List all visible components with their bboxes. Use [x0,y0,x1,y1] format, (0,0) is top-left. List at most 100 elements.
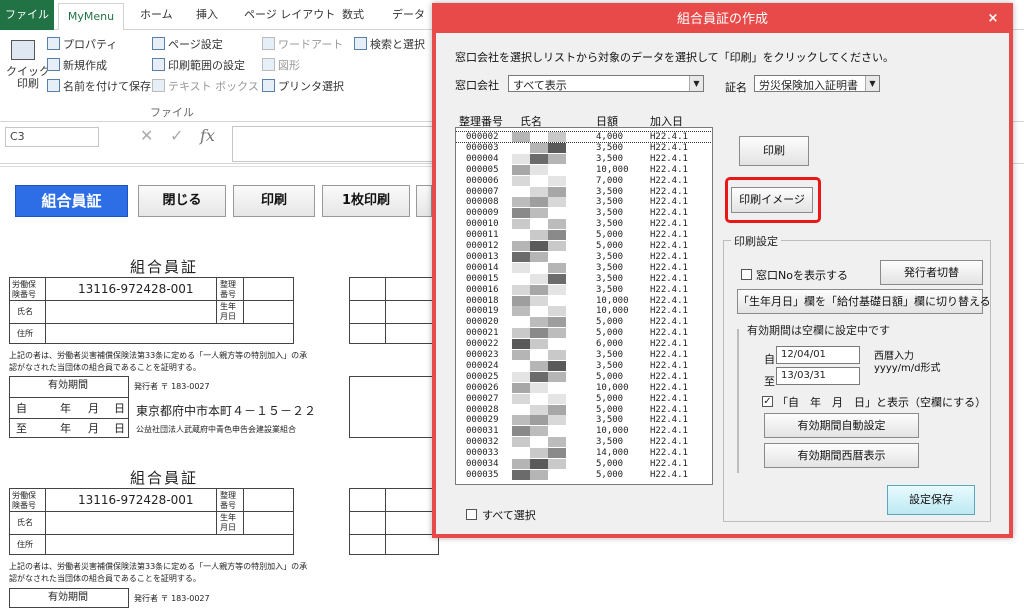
issuer-address: 東京都府中市本町４－１５－２２ [136,404,317,418]
formula-input[interactable] [232,126,442,162]
select-all-checkbox[interactable] [466,509,477,520]
auto-validity-button[interactable]: 有効期間自動設定 [764,413,919,438]
member-listbox[interactable]: 000002 4,000 H22.4.1 000003 3,500 H22.4.1 0000… [455,127,713,485]
row-daily: 3,500 [596,251,624,262]
redacted-name-block [530,175,548,186]
window-company-select[interactable]: すべて表示 ▼ [508,75,704,92]
list-item[interactable]: 000027 5,000 H22.4.1 [456,393,712,404]
list-item[interactable]: 000010 3,500 H22.4.1 [456,219,712,230]
list-item[interactable]: 000033 14,000 H22.4.1 [456,448,712,459]
list-item[interactable]: 000007 3,500 H22.4.1 [456,186,712,197]
card-button[interactable]: 組合員証 [15,185,128,217]
tab-file[interactable]: ファイル [0,0,54,30]
switch-birth-button[interactable]: 「生年月日」欄を「給付基礎日額」欄に切り替える [737,289,991,314]
list-item[interactable]: 000004 3,500 H22.4.1 [456,153,712,164]
page-setup-button[interactable]: ページ設定 [152,36,223,52]
enter-icon[interactable]: ✓ [170,126,183,145]
row-joined: H22.4.1 [650,208,688,219]
tab-home[interactable]: ホーム [140,6,173,22]
tab-data[interactable]: データ [392,6,425,22]
list-item[interactable]: 000022 6,000 H22.4.1 [456,339,712,350]
list-item[interactable]: 000035 5,000 H22.4.1 [456,469,712,480]
list-item[interactable]: 000020 5,000 H22.4.1 [456,317,712,328]
list-item[interactable]: 000009 3,500 H22.4.1 [456,208,712,219]
row-joined: H22.4.1 [650,371,688,382]
list-item[interactable]: 000014 3,500 H22.4.1 [456,262,712,273]
save-as-button[interactable]: 名前を付けて保存 [47,78,151,94]
printer-select-button[interactable]: プリンタ選択 [262,78,344,94]
tab-formulas[interactable]: 数式 [342,6,364,22]
list-item[interactable]: 000034 5,000 H22.4.1 [456,459,712,469]
list-item[interactable]: 000029 3,500 H22.4.1 [456,415,712,426]
list-item[interactable]: 000018 10,000 H22.4.1 [456,295,712,306]
quick-print-button[interactable]: クイック 印刷 [6,66,50,90]
row-number: 000010 [466,219,499,230]
tab-page-layout[interactable]: ページ レイアウト [244,6,335,22]
cert-select[interactable]: 労災保険加入証明書 ▼ [754,75,880,92]
show-ymd-checkbox[interactable]: ✓ [762,396,773,407]
show-window-no-checkbox[interactable] [741,269,752,280]
close-icon[interactable]: × [977,7,1009,31]
property-button[interactable]: プロパティ [47,36,117,52]
list-item[interactable]: 000011 5,000 H22.4.1 [456,230,712,241]
list-item[interactable]: 000024 3,500 H22.4.1 [456,360,712,371]
list-item[interactable]: 000026 10,000 H22.4.1 [456,382,712,393]
redacted-name-block [530,350,548,360]
list-item[interactable]: 000021 5,000 H22.4.1 [456,328,712,339]
quick-print-icon[interactable] [8,40,38,62]
switch-issuer-button[interactable]: 発行者切替 [880,260,983,285]
list-item[interactable]: 000012 5,000 H22.4.1 [456,241,712,251]
from-date-label: 自 [764,353,775,366]
tab-insert[interactable]: 挿入 [196,6,218,22]
cancel-icon[interactable]: ✕ [140,126,153,145]
redacted-name-block [530,262,548,273]
save-settings-button[interactable]: 設定保存 [887,485,975,515]
list-item[interactable]: 000013 3,500 H22.4.1 [456,251,712,262]
new-button[interactable]: 新規作成 [47,57,107,73]
redacted-name-block [530,415,548,426]
text-box-button[interactable]: テキスト ボックス [152,78,259,94]
print-button[interactable]: 印刷 [739,136,809,166]
list-item[interactable]: 000032 3,500 H22.4.1 [456,437,712,448]
search-select-button[interactable]: 検索と選択 [354,36,425,52]
wordart-button[interactable]: ワードアート [262,36,343,52]
list-item[interactable]: 000002 4,000 H22.4.1 [456,131,712,143]
redacted-name-block [530,382,548,393]
print-area-button[interactable]: 印刷範囲の設定 [152,57,245,73]
shapes-button[interactable]: 図形 [262,57,300,73]
list-item[interactable]: 000028 5,000 H22.4.1 [456,404,712,415]
western-validity-button[interactable]: 有効期間西暦表示 [764,443,919,468]
print-one-button[interactable]: 1枚印刷 [322,185,410,217]
from-date-input[interactable]: 12/04/01 [776,346,860,364]
list-item[interactable]: 000031 10,000 H22.4.1 [456,426,712,437]
fx-icon[interactable]: fx [200,126,215,145]
print-settings-label: 印刷設定 [731,233,781,249]
label-seiri-2: 整理 番号 [220,491,236,510]
list-item[interactable]: 000003 3,500 H22.4.1 [456,142,712,153]
row-daily: 5,000 [596,469,624,480]
list-item[interactable]: 000025 5,000 H22.4.1 [456,371,712,382]
close-sheet-button[interactable]: 閉じる [138,185,226,217]
list-item[interactable]: 000015 3,500 H22.4.1 [456,273,712,284]
to-date-input[interactable]: 13/03/31 [776,367,860,385]
redacted-name-block [512,371,530,382]
sheet-button-partial[interactable] [416,185,432,217]
name-box[interactable]: C3 [5,127,99,147]
list-item[interactable]: 000006 7,000 H22.4.1 [456,175,712,186]
create-card-dialog: 組合員証の作成 × 窓口会社を選択しリストから対象のデータを選択して「印刷」をク… [432,3,1013,538]
list-item[interactable]: 000016 3,500 H22.4.1 [456,284,712,295]
row-daily: 5,000 [596,459,624,469]
print-sheet-button[interactable]: 印刷 [233,185,315,217]
list-item[interactable]: 000023 3,500 H22.4.1 [456,350,712,360]
list-item[interactable]: 000008 3,500 H22.4.1 [456,197,712,208]
chevron-down-icon[interactable]: ▼ [689,76,703,91]
redacted-name-block [530,208,548,219]
list-item[interactable]: 000005 10,000 H22.4.1 [456,164,712,175]
redacted-name-block [548,273,566,284]
row-daily: 3,500 [596,350,624,360]
list-item[interactable]: 000019 10,000 H22.4.1 [456,306,712,317]
redacted-name-block [530,469,548,480]
tab-mymenu[interactable]: MyMenu [58,3,124,31]
insurance-number-2: 13116-972428-001 [78,493,194,507]
chevron-down-icon[interactable]: ▼ [865,76,879,91]
